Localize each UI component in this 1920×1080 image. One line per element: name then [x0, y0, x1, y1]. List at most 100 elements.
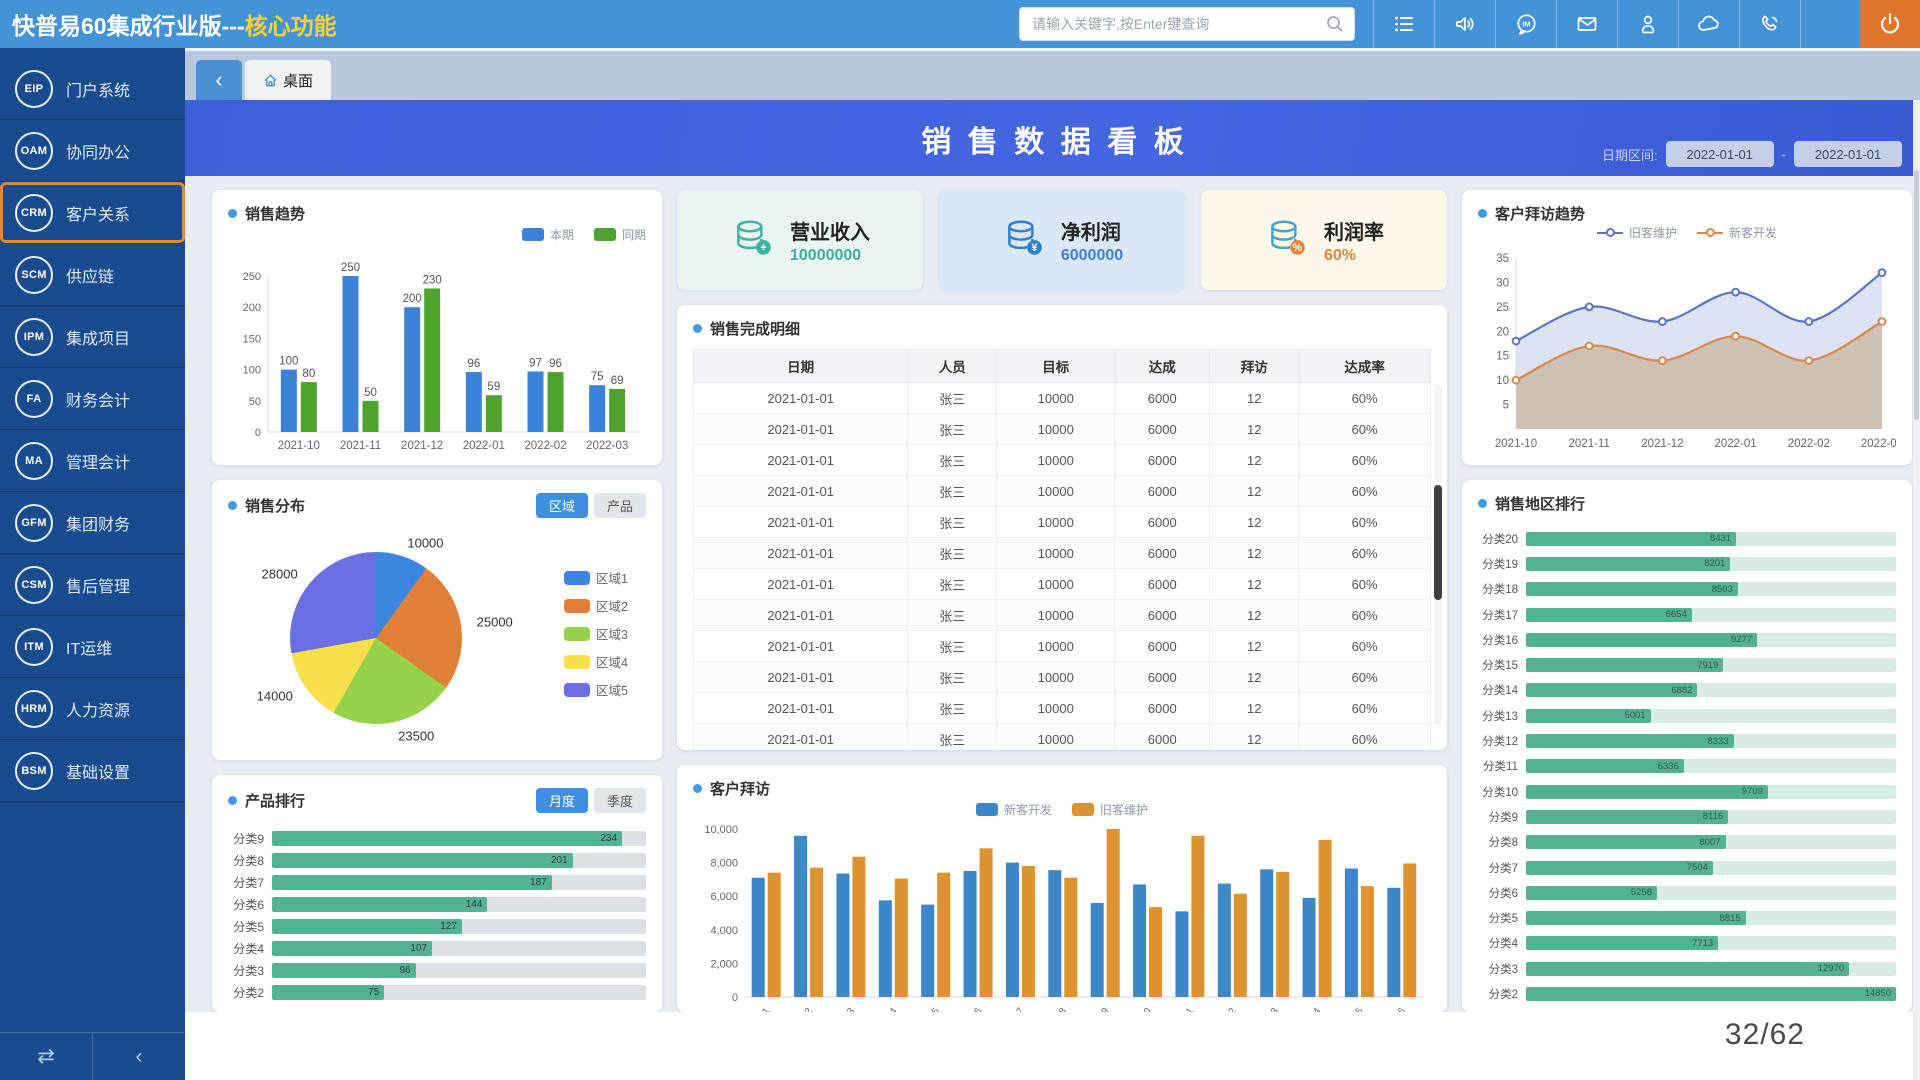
table-row[interactable]: 2021-01-01张三1000060001260%	[694, 662, 1431, 693]
list-icon[interactable]	[1373, 0, 1434, 48]
toggle-quarterly[interactable]: 季度	[594, 788, 646, 813]
rank-label: 分类8	[228, 852, 272, 869]
sidebar-item-label: 供应链	[66, 263, 114, 287]
rank-value: 127	[440, 921, 462, 932]
legend-swatch	[564, 655, 590, 669]
phone-icon[interactable]	[1739, 0, 1800, 48]
table-row[interactable]: 2021-01-01张三1000060001260%	[694, 507, 1431, 538]
module-badge: IPM	[15, 318, 53, 356]
cloud-icon[interactable]	[1678, 0, 1739, 48]
table-row[interactable]: 2021-01-01张三1000060001260%	[694, 445, 1431, 476]
sidebar-item-ipm[interactable]: IPM集成项目	[0, 306, 185, 368]
rank-value: 6654	[1666, 609, 1692, 620]
table-cell: 10000	[997, 476, 1115, 507]
rank-track: 7919	[1526, 658, 1896, 672]
im-icon[interactable]: IM	[1495, 0, 1556, 48]
rank-bar: 96	[272, 963, 416, 978]
svg-text:分类7: 分类7	[1001, 1004, 1027, 1012]
svg-text:分类10: 分类10	[1125, 1004, 1155, 1012]
search-icon[interactable]	[1325, 14, 1345, 39]
rank-label: 分类11	[1478, 758, 1526, 774]
rank-value: 107	[410, 943, 432, 954]
power-icon[interactable]	[1860, 0, 1920, 48]
sidebar-item-hrm[interactable]: HRM人力资源	[0, 678, 185, 740]
sidebar-item-fa[interactable]: FA财务会计	[0, 368, 185, 430]
legend-label: 区域4	[596, 652, 628, 671]
rank-value: 12970	[1818, 963, 1849, 974]
table-scrollbar-thumb[interactable]	[1434, 485, 1442, 600]
svg-text:分类15: 分类15	[1336, 1004, 1366, 1012]
region-rank-title: 销售地区排行	[1495, 493, 1585, 514]
rank-track: 6336	[1526, 759, 1896, 773]
tab-desktop[interactable]: 桌面	[245, 60, 331, 100]
column-header-目标: 目标	[997, 350, 1115, 383]
rank-row-分类6: 分类6144	[228, 893, 646, 915]
svg-text:35: 35	[1496, 253, 1509, 265]
rank-value: 8007	[1699, 837, 1725, 848]
legend-label: 新客开发	[1004, 801, 1052, 818]
speaker-icon[interactable]	[1434, 0, 1495, 48]
rank-label: 分类4	[1478, 935, 1526, 951]
customer-visits-card: 客户拜访 新客开发旧客维护 02,0004,0006,0008,00010,00…	[677, 765, 1447, 1012]
rank-value: 7713	[1692, 938, 1718, 949]
back-button[interactable]: ‹	[196, 60, 242, 100]
table-row[interactable]: 2021-01-01张三1000060001260%	[694, 631, 1431, 662]
rank-bar: 144	[272, 897, 487, 912]
rank-value: 9709	[1742, 786, 1768, 797]
rank-track: 12970	[1526, 962, 1896, 976]
collapse-icon[interactable]: ‹	[93, 1033, 185, 1080]
sidebar-item-crm[interactable]: CRM客户关系	[0, 182, 185, 244]
legend-swatch	[564, 683, 590, 697]
svg-text:2022-02: 2022-02	[524, 440, 566, 452]
legend-item: 新客开发	[1697, 224, 1777, 241]
table-cell: 10000	[997, 445, 1115, 476]
mail-icon[interactable]	[1556, 0, 1617, 48]
sidebar-item-label: 基础设置	[66, 759, 130, 783]
table-row[interactable]: 2021-01-01张三1000060001260%	[694, 383, 1431, 414]
swap-icon[interactable]: ⇄	[0, 1033, 93, 1080]
page-scrollbar-thumb[interactable]	[1914, 170, 1919, 420]
bar-旧客维护-分类12	[1234, 894, 1247, 997]
table-cell: 60%	[1299, 414, 1431, 445]
person-icon[interactable]	[1617, 0, 1678, 48]
table-cell: 12	[1210, 445, 1299, 476]
sidebar-item-bsm[interactable]: BSM基础设置	[0, 740, 185, 802]
sidebar-item-eip[interactable]: EIP门户系统	[0, 58, 185, 120]
rank-label: 分类9	[1478, 809, 1526, 825]
rank-value: 96	[399, 965, 415, 976]
sales-trend-chart: 050100150200250100802021-10250502021-112…	[228, 250, 646, 458]
toggle-region[interactable]: 区域	[536, 493, 588, 518]
toggle-monthly[interactable]: 月度	[536, 788, 588, 813]
table-row[interactable]: 2021-01-01张三1000060001260%	[694, 569, 1431, 600]
table-cell: 12	[1210, 507, 1299, 538]
table-row[interactable]: 2021-01-01张三1000060001260%	[694, 414, 1431, 445]
rank-value: 144	[466, 899, 488, 910]
sales-distribution-chart: 1000025000235001400028000区域1区域2区域3区域4区域5	[228, 526, 646, 741]
sidebar-item-ma[interactable]: MA管理会计	[0, 430, 185, 492]
search-input[interactable]	[1019, 7, 1355, 41]
sidebar-item-csm[interactable]: CSM售后管理	[0, 554, 185, 616]
sidebar-bottom-bar: ⇄ ‹	[0, 1032, 185, 1080]
legend-swatch	[564, 571, 590, 585]
topbar-icon-group: IM	[1373, 0, 1800, 48]
table-cell: 10000	[997, 631, 1115, 662]
rank-label: 分类4	[228, 940, 272, 957]
table-row[interactable]: 2021-01-01张三1000060001260%	[694, 476, 1431, 507]
table-row[interactable]: 2021-01-01张三1000060001260%	[694, 724, 1431, 751]
sidebar-item-scm[interactable]: SCM供应链	[0, 244, 185, 306]
table-row[interactable]: 2021-01-01张三1000060001260%	[694, 693, 1431, 724]
table-cell: 12	[1210, 383, 1299, 414]
table-row[interactable]: 2021-01-01张三1000060001260%	[694, 600, 1431, 631]
sidebar-item-label: 门户系统	[66, 77, 130, 101]
toggle-product[interactable]: 产品	[594, 493, 646, 518]
date-to-input[interactable]: 2022-01-01	[1794, 141, 1902, 167]
pie-legend: 区域1区域2区域3区域4区域5	[564, 568, 628, 699]
bar-旧客维护-分类13	[1276, 872, 1289, 997]
sidebar-item-oam[interactable]: OAM协同办公	[0, 120, 185, 182]
sidebar-item-itm[interactable]: ITMIT运维	[0, 616, 185, 678]
bar-旧客维护-分类10	[1149, 907, 1162, 997]
table-row[interactable]: 2021-01-01张三1000060001260%	[694, 538, 1431, 569]
rank-label: 分类13	[1478, 708, 1526, 724]
date-from-input[interactable]: 2022-01-01	[1666, 141, 1774, 167]
sidebar-item-gfm[interactable]: GFM集团财务	[0, 492, 185, 554]
